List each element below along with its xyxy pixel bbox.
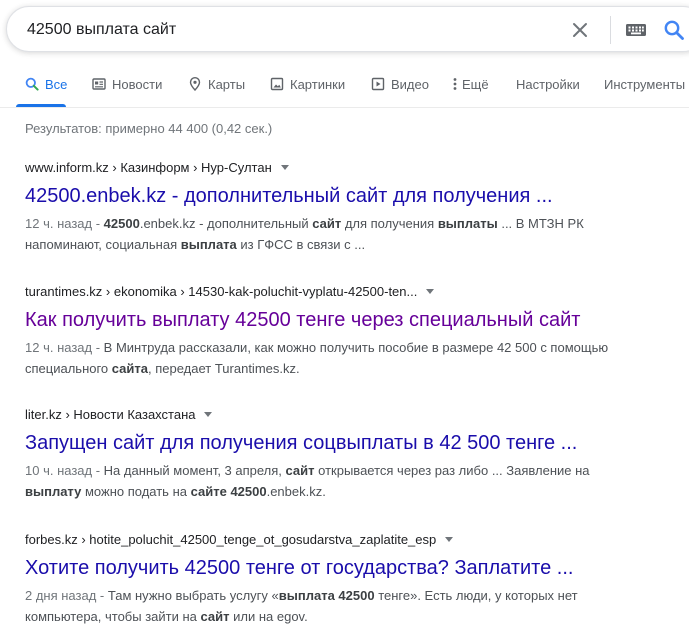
tab-label: Инструменты [604,76,686,92]
news-icon [92,77,106,91]
more-vert-icon [452,77,458,91]
search-tabs: Все Новости Карты Картинки Видео Ещё Нас… [0,60,689,108]
snippet-highlight: сайте [190,484,227,499]
result-cite: turantimes.kz › ekonomika › 14530-kak-po… [25,282,665,300]
tab-news[interactable]: Новости [92,60,162,108]
snippet-text: , передает Turantimes.kz. [148,361,300,376]
result-cite: www.inform.kz › Казинформ › Нур-Султан [25,158,665,176]
result-title-link[interactable]: Как получить выплату 42500 тенге через с… [25,307,665,333]
search-result: turantimes.kz › ekonomika › 14530-kak-po… [25,282,665,379]
result-date: 12 ч. назад - [25,216,104,231]
keyboard-icon[interactable] [625,21,647,39]
tab-maps[interactable]: Карты [188,60,245,108]
search-result: liter.kz › Новости Казахстана Запущен са… [25,405,665,502]
snippet-text: или на egov. [229,609,308,624]
search-result: www.inform.kz › Казинформ › Нур-Султан 4… [25,158,665,255]
map-pin-icon [188,77,202,91]
chevron-down-icon[interactable] [280,164,289,170]
snippet-text: На данный момент, 3 апреля, [103,463,286,478]
snippet-highlight: 42500 [103,216,140,231]
search-icon [25,77,39,91]
result-snippet: 10 ч. назад - На данный момент, 3 апреля… [25,460,645,502]
tab-label: Настройки [516,76,580,92]
result-title-link[interactable]: Запущен сайт для получения соцвыплаты в … [25,430,665,456]
result-snippet: 12 ч. назад - 42500.enbek.kz - дополните… [25,213,645,255]
tab-images[interactable]: Картинки [270,60,345,108]
snippet-text: .enbek.kz - дополнительный [139,216,313,231]
snippet-text: для получения [341,216,438,231]
snippet-highlight: 42500 [230,484,267,499]
result-cite: liter.kz › Новости Казахстана [25,405,665,423]
tab-more[interactable]: Ещё [452,60,489,108]
result-date: 10 ч. назад - [25,463,104,478]
snippet-highlight: выплаты [437,216,498,231]
snippet-highlight: выплата 42500 [278,588,375,603]
tabs-divider [0,107,689,108]
result-snippet: 12 ч. назад - В Минтруда рассказали, как… [25,337,645,379]
snippet-highlight: сайт [312,216,342,231]
close-icon[interactable] [570,20,590,40]
tab-label: Карты [208,76,246,92]
snippet-highlight: выплату [25,484,82,499]
snippet-text: из ГФСС в связи с ... [236,237,366,252]
result-date: 2 дня назад - [25,588,108,603]
search-icon[interactable] [663,19,685,41]
chevron-down-icon[interactable] [445,536,454,542]
tab-label: Все [45,76,68,92]
result-url[interactable]: www.inform.kz › Казинформ › Нур-Султан [25,160,272,175]
tab-settings[interactable]: Настройки [516,60,580,108]
search-result: forbes.kz › hotite_poluchit_42500_tenge_… [25,530,665,627]
search-input[interactable] [27,19,467,41]
tab-label: Картинки [290,76,346,92]
search-bar [6,6,689,52]
video-icon [371,77,385,91]
snippet-text: открывается через раз либо ... Заявление… [314,463,590,478]
result-date: 12 ч. назад - [25,340,104,355]
result-title-link[interactable]: 42500.enbek.kz - дополнительный сайт для… [25,183,665,209]
result-url[interactable]: forbes.kz › hotite_poluchit_42500_tenge_… [25,532,436,547]
snippet-highlight: сайт [285,463,315,478]
result-cite: forbes.kz › hotite_poluchit_42500_tenge_… [25,530,665,548]
chevron-down-icon[interactable] [426,288,435,294]
tab-label: Ещё [462,76,489,92]
tab-label: Видео [391,76,429,92]
snippet-highlight: выплата [180,237,237,252]
tab-all[interactable]: Все [25,60,67,108]
result-url[interactable]: liter.kz › Новости Казахстана [25,407,195,422]
result-stats: Результатов: примерно 44 400 (0,42 сек.) [25,121,273,136]
snippet-text: можно подать на [81,484,191,499]
snippet-text: Там нужно выбрать услугу « [107,588,279,603]
tab-label: Новости [112,76,163,92]
search-bar-divider [610,16,611,44]
tab-video[interactable]: Видео [371,60,429,108]
result-snippet: 2 дня назад - Там нужно выбрать услугу «… [25,585,645,627]
snippet-highlight: сайт [200,609,230,624]
image-icon [270,77,284,91]
search-results-page: Все Новости Карты [0,0,689,644]
chevron-down-icon[interactable] [204,411,213,417]
result-title-link[interactable]: Хотите получить 42500 тенге от государст… [25,555,665,581]
result-url[interactable]: turantimes.kz › ekonomika › 14530-kak-po… [25,284,417,299]
snippet-text: .enbek.kz. [266,484,326,499]
tab-tools[interactable]: Инструменты [604,60,685,108]
snippet-highlight: сайта [111,361,148,376]
